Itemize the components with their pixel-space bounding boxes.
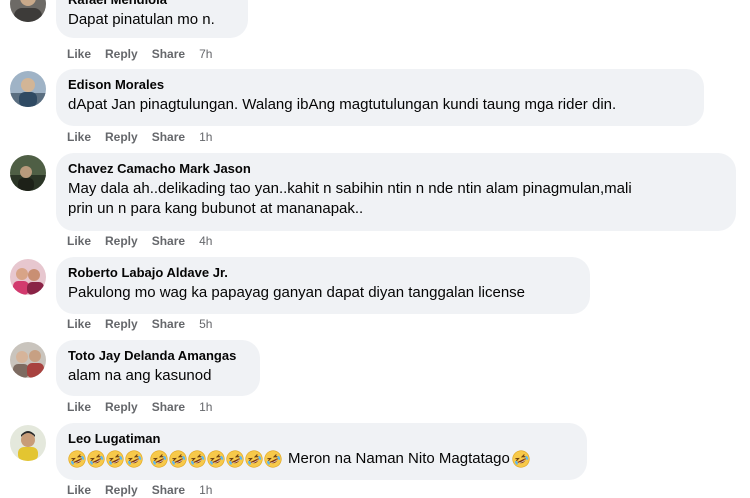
comment-author[interactable]: Rafael Mendiola [68, 0, 236, 8]
avatar[interactable] [10, 0, 46, 22]
comment-timestamp[interactable]: 1h [199, 129, 212, 145]
share-button[interactable]: Share [152, 233, 185, 249]
like-button[interactable]: Like [67, 482, 91, 498]
avatar[interactable] [10, 71, 46, 107]
comment-timestamp[interactable]: 4h [199, 233, 212, 249]
comment-bubble: Chavez Camacho Mark Jason May dala ah..d… [56, 153, 736, 231]
rolling-on-floor-laughing-emoji-icon [125, 450, 143, 468]
avatar[interactable] [10, 155, 46, 191]
rolling-on-floor-laughing-emoji-icon [188, 450, 206, 468]
like-button[interactable]: Like [67, 129, 91, 145]
rolling-on-floor-laughing-emoji-icon [226, 450, 244, 468]
comment-author[interactable]: Toto Jay Delanda Amangas [68, 348, 248, 364]
comment-timestamp[interactable]: 1h [199, 399, 212, 415]
comment-text: Pakulong mo wag ka papayag ganyan dapat … [68, 284, 526, 301]
comment-text: Dapat pinatulan mo n. [68, 11, 215, 28]
avatar[interactable] [10, 342, 46, 378]
comment-author[interactable]: Leo Lugatiman [68, 431, 575, 447]
like-button[interactable]: Like [67, 316, 91, 332]
comment-actions: Like Reply Share 4h [67, 233, 212, 249]
comment-actions: Like Reply Share 1h [67, 129, 212, 145]
comment-bubble: Leo Lugatiman Meron na Naman Nito Magtat… [56, 423, 587, 480]
share-button[interactable]: Share [152, 316, 185, 332]
share-button[interactable]: Share [152, 399, 185, 415]
share-button[interactable]: Share [152, 129, 185, 145]
comment-text-content: Meron na Naman Nito Magtatago [288, 450, 510, 467]
comment-bubble: Rafael Mendiola Dapat pinatulan mo n. [56, 0, 248, 38]
comment-actions: Like Reply Share 1h [67, 482, 212, 498]
rolling-on-floor-laughing-emoji-icon [87, 450, 105, 468]
avatar[interactable] [10, 259, 46, 295]
comment-text: alam na ang kasunod [68, 367, 212, 384]
comment-bubble: Roberto Labajo Aldave Jr. Pakulong mo wa… [56, 257, 590, 314]
like-button[interactable]: Like [67, 46, 91, 62]
rolling-on-floor-laughing-emoji-icon [512, 450, 530, 468]
rolling-on-floor-laughing-emoji-icon [106, 450, 124, 468]
rolling-on-floor-laughing-emoji-icon [245, 450, 263, 468]
comment-author[interactable]: Edison Morales [68, 77, 692, 93]
rolling-on-floor-laughing-emoji-icon [264, 450, 282, 468]
share-button[interactable]: Share [152, 46, 185, 62]
comment-text: prin un n para kang bubunot at mananapak… [68, 200, 364, 217]
comment-author[interactable]: Roberto Labajo Aldave Jr. [68, 265, 578, 281]
comment-timestamp[interactable]: 5h [199, 316, 212, 332]
comment-bubble: Toto Jay Delanda Amangas alam na ang kas… [56, 340, 260, 396]
reply-button[interactable]: Reply [105, 399, 138, 415]
rolling-on-floor-laughing-emoji-icon [150, 450, 168, 468]
rolling-on-floor-laughing-emoji-icon [207, 450, 225, 468]
like-button[interactable]: Like [67, 399, 91, 415]
rolling-on-floor-laughing-emoji-icon [169, 450, 187, 468]
avatar[interactable] [10, 425, 46, 461]
comment-timestamp[interactable]: 1h [199, 482, 212, 498]
reply-button[interactable]: Reply [105, 482, 138, 498]
comment-timestamp[interactable]: 7h [199, 46, 212, 62]
comment-bubble: Edison Morales dApat Jan pinagtulungan. … [56, 69, 704, 126]
comment-text: dApat Jan pinagtulungan. Walang ibAng ma… [68, 96, 617, 113]
like-button[interactable]: Like [67, 233, 91, 249]
comment-author[interactable]: Chavez Camacho Mark Jason [68, 161, 724, 177]
reply-button[interactable]: Reply [105, 316, 138, 332]
reply-button[interactable]: Reply [105, 233, 138, 249]
comment-actions: Like Reply Share 7h [67, 46, 212, 62]
comment-actions: Like Reply Share 1h [67, 399, 212, 415]
share-button[interactable]: Share [152, 482, 185, 498]
comment-actions: Like Reply Share 5h [67, 316, 212, 332]
rolling-on-floor-laughing-emoji-icon [68, 450, 86, 468]
reply-button[interactable]: Reply [105, 46, 138, 62]
reply-button[interactable]: Reply [105, 129, 138, 145]
comment-text: Meron na Naman Nito Magtatago [68, 449, 575, 469]
comment-text: May dala ah..delikading tao yan..kahit n… [68, 180, 632, 197]
